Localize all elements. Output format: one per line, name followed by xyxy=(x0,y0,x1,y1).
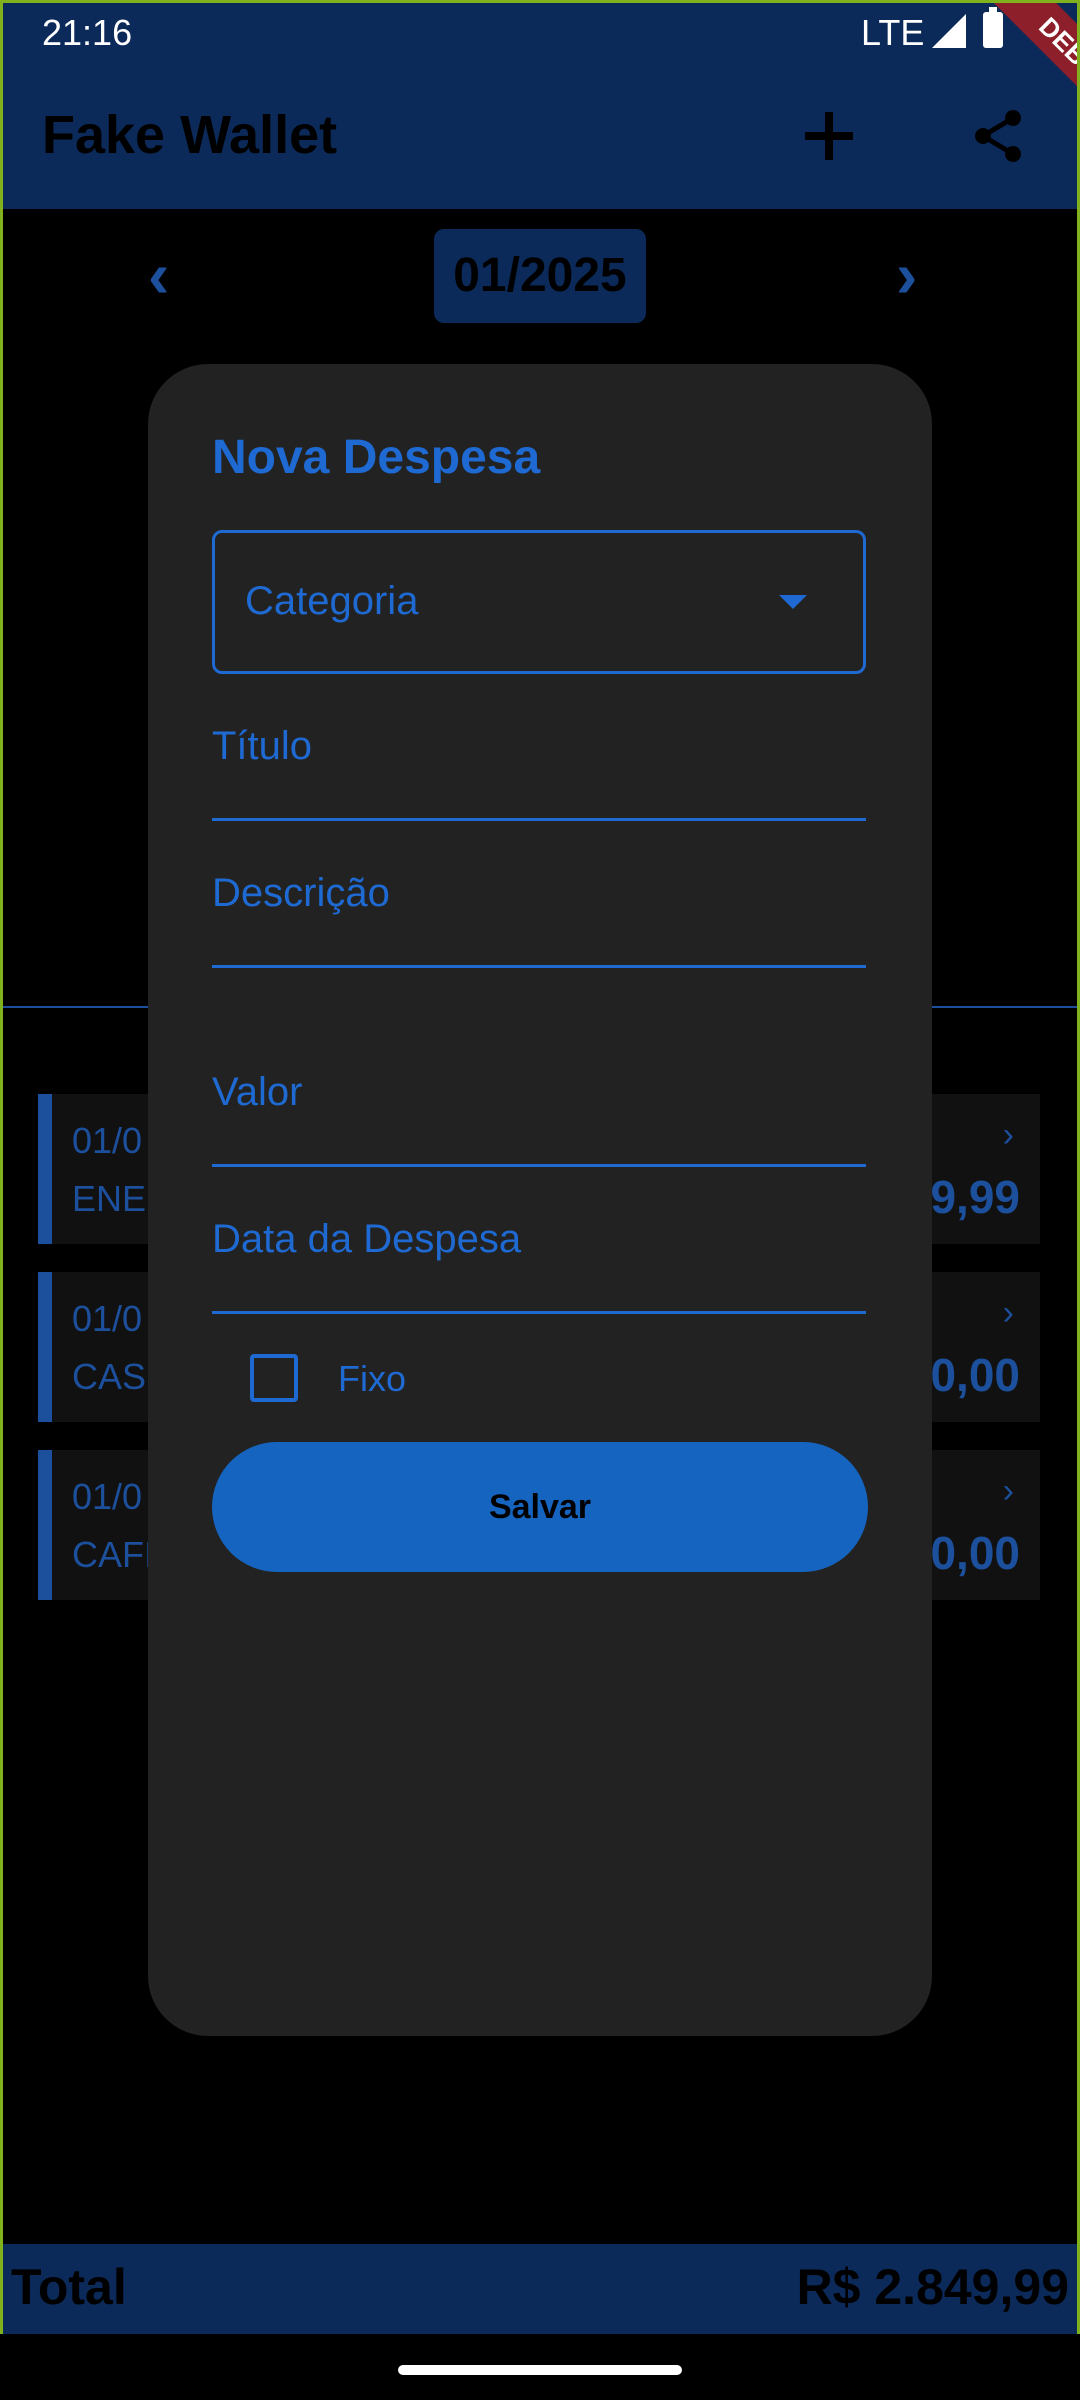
total-label: Total xyxy=(11,2259,127,2315)
list-item-amount: 9,99 xyxy=(930,1171,1020,1223)
list-item-amount: 0,00 xyxy=(930,1349,1020,1401)
title-field-underline xyxy=(212,818,866,821)
value-field-underline xyxy=(212,1164,866,1167)
list-item-date: 01/0 xyxy=(72,1298,143,1339)
total-footer: Total R$ 2.849,99 xyxy=(3,2244,1077,2334)
category-dropdown[interactable]: Categoria xyxy=(212,530,866,674)
list-item-accent xyxy=(38,1272,52,1422)
status-time: 21:16 xyxy=(42,12,133,53)
description-field-label: Descrição xyxy=(212,871,390,915)
total-amount: R$ 2.849,99 xyxy=(796,2259,1069,2315)
dropdown-arrow-icon xyxy=(779,595,807,609)
fixed-checkbox[interactable] xyxy=(250,1354,298,1402)
list-item-name: CAFI xyxy=(72,1534,155,1575)
description-field-underline xyxy=(212,965,866,968)
share-icon[interactable] xyxy=(968,106,1028,166)
dialog-title: Nova Despesa xyxy=(212,431,541,484)
add-icon[interactable] xyxy=(797,104,861,168)
list-item-accent xyxy=(38,1094,52,1244)
new-expense-dialog: Nova Despesa Categoria Título Descrição … xyxy=(148,364,932,2036)
date-field[interactable]: Data da Despesa xyxy=(212,1217,866,1317)
value-field[interactable]: Valor xyxy=(212,1070,866,1170)
fixed-checkbox-label: Fixo xyxy=(338,1358,407,1399)
date-field-label: Data da Despesa xyxy=(212,1217,522,1261)
list-item-date: 01/0 xyxy=(72,1476,143,1517)
list-item-name: CAS xyxy=(72,1356,147,1397)
gesture-nav-handle[interactable] xyxy=(398,2365,682,2375)
chevron-right-icon: › xyxy=(1002,1116,1014,1154)
previous-month-icon[interactable]: ‹ xyxy=(148,238,169,312)
app-title: Fake Wallet xyxy=(42,105,338,165)
description-field[interactable]: Descrição xyxy=(212,871,866,971)
list-item-date: 01/0 xyxy=(72,1120,143,1161)
value-field-label: Valor xyxy=(212,1070,303,1114)
save-button[interactable]: Salvar xyxy=(212,1442,868,1572)
list-item-amount: 0,00 xyxy=(930,1527,1020,1579)
month-selector[interactable]: 01/2025 xyxy=(434,229,646,323)
title-field-label: Título xyxy=(212,724,313,768)
status-network: LTE xyxy=(861,12,925,53)
next-month-icon[interactable]: › xyxy=(896,238,917,312)
list-item-name: ENE xyxy=(72,1178,147,1219)
title-field[interactable]: Título xyxy=(212,724,866,824)
chevron-right-icon: › xyxy=(1002,1294,1014,1332)
list-item-accent xyxy=(38,1450,52,1600)
date-field-underline xyxy=(212,1311,866,1314)
chevron-right-icon: › xyxy=(1002,1472,1014,1510)
category-label: Categoria xyxy=(245,579,419,623)
